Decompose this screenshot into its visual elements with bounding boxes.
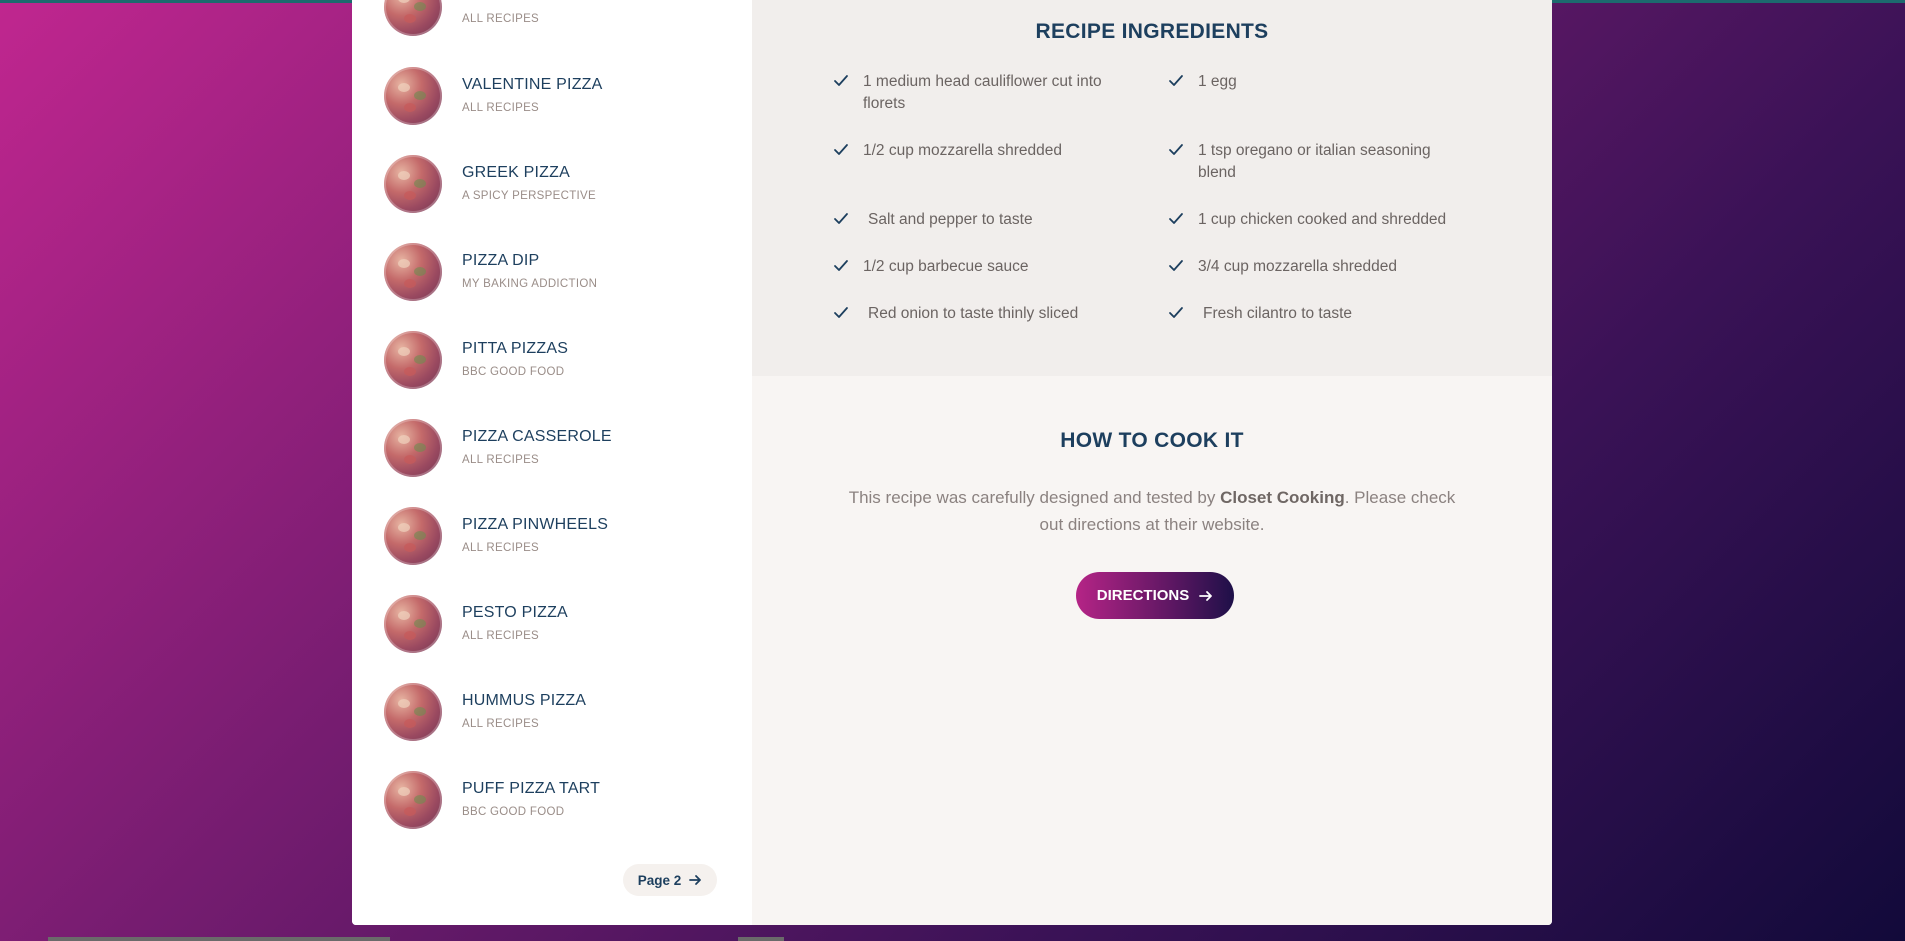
check-icon xyxy=(834,75,848,86)
ingredient-item: 1 tsp oregano or italian seasoning blend xyxy=(1168,140,1458,184)
sidebar-item-source: BBC GOOD FOOD xyxy=(462,366,565,378)
sidebar-item-title: PIZZA DIP xyxy=(462,252,540,269)
how-to-cook-title: HOW TO COOK IT xyxy=(1060,429,1244,452)
sidebar-item-source: MY BAKING ADDICTION xyxy=(462,278,598,290)
sidebar-item-source: BBC GOOD FOOD xyxy=(462,806,565,818)
arrow-right-icon xyxy=(689,875,702,885)
check-icon xyxy=(1169,144,1183,155)
sidebar-item-title: PESTO PIZZA xyxy=(462,604,568,621)
sidebar-item-pizza-pinwheels[interactable]: PIZZA PINWHEELS ALL RECIPES xyxy=(384,507,744,567)
recipe-thumbnail xyxy=(384,595,442,653)
sidebar-item-source: ALL RECIPES xyxy=(462,102,540,114)
sidebar-item-source: ALL RECIPES xyxy=(462,13,540,25)
author-name: Closet Cooking xyxy=(1220,488,1345,507)
sidebar-item-title: PIZZA CASSEROLE xyxy=(462,428,612,445)
ingredient-item: 1 cup chicken cooked and shredded xyxy=(1168,209,1478,231)
ingredient-item: 1/2 cup barbecue sauce xyxy=(833,256,1123,278)
sidebar-item-source: ALL RECIPES xyxy=(462,630,540,642)
ingredient-item: 1 medium head cauliflower cut into flore… xyxy=(833,71,1123,115)
check-icon xyxy=(834,307,848,318)
sidebar-item-hummus-pizza[interactable]: HUMMUS PIZZA ALL RECIPES xyxy=(384,683,744,743)
recipe-thumbnail xyxy=(384,683,442,741)
recipe-thumbnail xyxy=(384,419,442,477)
sidebar-item-title: HUMMUS PIZZA xyxy=(462,692,587,709)
check-icon xyxy=(834,213,848,224)
sidebar-item-pizza-dip[interactable]: PIZZA DIP MY BAKING ADDICTION xyxy=(384,243,744,303)
check-icon xyxy=(1169,307,1183,318)
recipe-thumbnail xyxy=(384,771,442,829)
recipe-thumbnail xyxy=(384,331,442,389)
recipe-card: ALL RECIPES VALENTINE PIZZA ALL RECIPES … xyxy=(352,0,1552,925)
recipe-thumbnail xyxy=(384,0,442,36)
next-page-button[interactable]: Page 2 xyxy=(623,864,717,896)
recipe-thumbnail xyxy=(384,67,442,125)
sidebar-item-title: PIZZA PINWHEELS xyxy=(462,516,609,533)
ingredient-item: Fresh cilantro to taste xyxy=(1168,303,1458,325)
recipe-thumbnail xyxy=(384,243,442,301)
ingredient-item: Red onion to taste thinly sliced xyxy=(833,303,1123,325)
how-to-cook-text: This recipe was carefully designed and t… xyxy=(848,488,1456,534)
sidebar-item-source: A SPICY PERSPECTIVE xyxy=(462,190,596,202)
check-icon xyxy=(1169,260,1183,271)
directions-button[interactable]: DIRECTIONS xyxy=(1076,572,1234,619)
check-icon xyxy=(834,260,848,271)
sidebar-item-pizza-casserole[interactable]: PIZZA CASSEROLE ALL RECIPES xyxy=(384,419,744,479)
sidebar-item-source: ALL RECIPES xyxy=(462,542,540,554)
ingredients-title: RECIPE INGREDIENTS xyxy=(1035,20,1269,43)
taskbar-segment xyxy=(738,937,784,941)
sidebar-item-title: VALENTINE PIZZA xyxy=(462,76,603,93)
sidebar-item-valentine-pizza[interactable]: VALENTINE PIZZA ALL RECIPES xyxy=(384,67,744,127)
recipe-thumbnail xyxy=(384,507,442,565)
check-icon xyxy=(834,144,848,155)
sidebar-item-source: ALL RECIPES xyxy=(462,718,540,730)
ingredients-section: RECIPE INGREDIENTS 1 medium head caulifl… xyxy=(752,0,1552,376)
sidebar-item-source: ALL RECIPES xyxy=(462,454,540,466)
ingredient-item: 3/4 cup mozzarella shredded xyxy=(1168,256,1458,278)
recipe-thumbnail xyxy=(384,155,442,213)
sidebar-item-title: PUFF PIZZA TART xyxy=(462,780,601,797)
check-icon xyxy=(1169,213,1183,224)
arrow-right-icon xyxy=(1199,590,1213,601)
sidebar-item-puff-pizza-tart[interactable]: PUFF PIZZA TART BBC GOOD FOOD xyxy=(384,771,744,831)
check-icon xyxy=(1169,75,1183,86)
related-recipes-sidebar: ALL RECIPES VALENTINE PIZZA ALL RECIPES … xyxy=(352,0,752,925)
sidebar-item-greek-pizza[interactable]: GREEK PIZZA A SPICY PERSPECTIVE xyxy=(384,155,744,215)
sidebar-item-pitta-pizzas[interactable]: PITTA PIZZAS BBC GOOD FOOD xyxy=(384,331,744,391)
sidebar-item-pesto-pizza[interactable]: PESTO PIZZA ALL RECIPES xyxy=(384,595,744,655)
sidebar-item-title: PITTA PIZZAS xyxy=(462,340,569,357)
ingredient-item: 1/2 cup mozzarella shredded xyxy=(833,140,1123,162)
ingredient-item: Salt and pepper to taste xyxy=(833,209,1123,231)
taskbar-segment xyxy=(48,937,390,941)
recipe-main: RECIPE INGREDIENTS 1 medium head caulifl… xyxy=(752,0,1552,925)
page-button-label: Page 2 xyxy=(637,872,682,888)
sidebar-item-title: GREEK PIZZA xyxy=(462,164,570,181)
ingredient-item: 1 egg xyxy=(1168,71,1458,93)
directions-button-label: DIRECTIONS xyxy=(1096,587,1190,604)
sidebar-item-recipe[interactable]: ALL RECIPES xyxy=(384,0,744,38)
